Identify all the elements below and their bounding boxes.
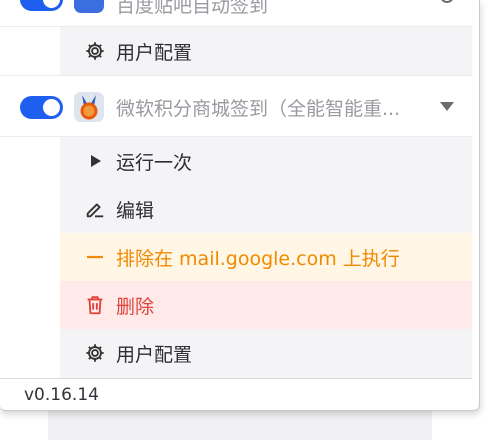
menu-item-label: 用户配置 bbox=[116, 344, 193, 366]
script-list-popup: 百度贴吧自动签到 用户配置 微软积分商城签到（全能智能重... 运行一次 编辑 … bbox=[0, 0, 480, 411]
more-icon[interactable] bbox=[440, 0, 454, 3]
menu-item-edit[interactable]: 编辑 bbox=[60, 185, 472, 233]
menu-item-label: 删除 bbox=[116, 296, 155, 318]
script-row-baidu[interactable]: 百度贴吧自动签到 bbox=[0, 0, 472, 27]
toggle-knob bbox=[43, 0, 60, 8]
edit-icon bbox=[84, 198, 106, 220]
gear-icon bbox=[84, 40, 106, 62]
minus-icon bbox=[84, 246, 106, 268]
script-icon bbox=[74, 0, 104, 13]
play-icon bbox=[84, 150, 106, 172]
script-name: 百度贴吧自动签到 bbox=[116, 0, 269, 17]
script-name: 微软积分商城签到（全能智能重... bbox=[116, 98, 401, 120]
menu-item-run-once[interactable]: 运行一次 bbox=[60, 137, 472, 185]
script-toggle[interactable] bbox=[20, 96, 63, 119]
menu-item-user-config[interactable]: 用户配置 bbox=[60, 27, 472, 75]
chevron-down-icon[interactable] bbox=[440, 102, 454, 111]
gear-icon bbox=[84, 342, 106, 364]
menu-item-user-config[interactable]: 用户配置 bbox=[60, 329, 472, 378]
menu-item-delete[interactable]: 删除 bbox=[60, 281, 472, 329]
script-toggle[interactable] bbox=[20, 0, 63, 11]
menu-item-exclude-site[interactable]: 排除在 mail.google.com 上执行 bbox=[60, 233, 472, 281]
menu-item-label: 编辑 bbox=[116, 200, 155, 222]
popup-footer: v0.16.14 bbox=[0, 378, 472, 410]
trash-icon bbox=[84, 294, 106, 316]
script-row-microsoft-rewards[interactable]: 微软积分商城签到（全能智能重... bbox=[0, 75, 472, 137]
menu-item-label: 排除在 mail.google.com 上执行 bbox=[116, 248, 400, 270]
version-label: v0.16.14 bbox=[24, 385, 99, 405]
menu-item-label: 用户配置 bbox=[116, 42, 193, 64]
menu-item-label: 运行一次 bbox=[116, 152, 193, 174]
toggle-knob bbox=[43, 99, 60, 116]
medal-icon bbox=[74, 92, 104, 122]
